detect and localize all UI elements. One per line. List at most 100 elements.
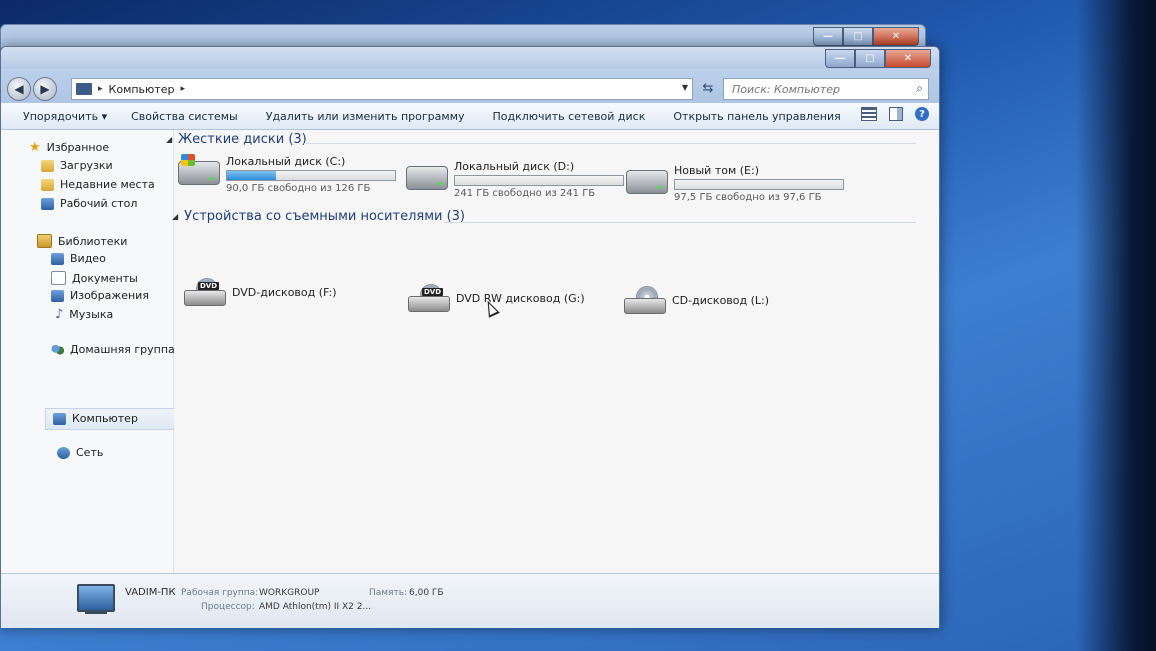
open-control-panel-button[interactable]: Открыть панель управления: [657, 110, 852, 123]
cpu-label: Процессор:: [201, 602, 255, 612]
window-controls: — □ ✕: [825, 49, 931, 68]
group-title: Жесткие диски (3): [178, 132, 307, 147]
address-row: ◀ ▶ ▸ Компьютер ▸ ▼ ⇆ ⌕: [1, 69, 939, 103]
collapse-arrow-icon[interactable]: ◢: [172, 212, 178, 221]
computer-window: — □ ✕ ◀ ▶ ▸ Компьютер ▸ ▼ ⇆ ⌕ Упорядочит…: [0, 46, 940, 628]
cd-drive-icon: [624, 286, 666, 314]
drive-usage-bar: [674, 179, 844, 190]
desktop-icon: [41, 197, 54, 210]
network-icon: [57, 446, 70, 459]
sidebar-label: Видео: [70, 252, 106, 265]
star-icon: ★: [29, 140, 41, 155]
sidebar-item-favorites[interactable]: ★ Избранное: [29, 140, 109, 155]
collapse-arrow-icon[interactable]: ◢: [166, 135, 172, 144]
drive-label: Локальный диск (C:): [226, 155, 346, 168]
back-maximize-button[interactable]: □: [843, 27, 873, 46]
breadcrumb-chevron-icon[interactable]: ▸: [180, 84, 185, 94]
sidebar-label: Рабочий стол: [60, 197, 138, 210]
monitor-stand: [85, 610, 107, 614]
toolbar-right-group: ?: [861, 107, 929, 121]
homegroup-icon: [51, 343, 64, 356]
sidebar-label: Избранное: [46, 141, 110, 154]
sidebar-item-documents[interactable]: Документы: [51, 271, 138, 285]
maximize-button[interactable]: □: [855, 49, 885, 68]
hard-drive-icon: [406, 166, 448, 190]
forward-nav-button[interactable]: ▶: [33, 77, 57, 101]
sidebar-item-video[interactable]: Видео: [51, 252, 106, 265]
drive-usage-fill: [227, 171, 276, 180]
recent-places-icon: [41, 178, 54, 191]
dvd-drive-icon: DVD: [184, 278, 226, 306]
pc-name: VADIM-ПК: [125, 587, 176, 598]
drive-label: Новый том (E:): [674, 164, 759, 177]
sidebar-label: Загрузки: [60, 159, 113, 172]
sidebar-label: Компьютер: [72, 412, 138, 425]
sidebar-label: Библиотеки: [58, 234, 128, 248]
uninstall-program-button[interactable]: Удалить или изменить программу: [250, 110, 477, 123]
close-button[interactable]: ✕: [885, 49, 931, 68]
drive-label: CD-дисковод (L:): [672, 294, 770, 307]
refresh-button[interactable]: ⇆: [699, 79, 717, 97]
sidebar-item-libraries[interactable]: Библиотеки: [37, 234, 127, 248]
cpu-value: AMD Athlon(tm) II X2 2...: [259, 602, 372, 612]
search-input[interactable]: [730, 81, 904, 97]
sidebar-label: Сеть: [76, 446, 104, 459]
breadcrumb-chevron-icon[interactable]: ▸: [98, 84, 103, 94]
drive-d[interactable]: Локальный диск (D:) 241 ГБ свободно из 2…: [406, 160, 626, 204]
music-note-icon: ♪: [55, 307, 64, 322]
sidebar-item-homegroup[interactable]: Домашняя группа: [51, 343, 175, 356]
documents-library-icon: [51, 271, 66, 285]
address-dropdown-icon[interactable]: ▼: [682, 83, 688, 92]
drive-usage-bar: [226, 170, 396, 181]
content-area: ◢ Жесткие диски (3) Локальный диск (C:) …: [166, 130, 939, 573]
desktop-background: [1076, 0, 1156, 651]
sidebar-item-network[interactable]: Сеть: [57, 446, 103, 459]
title-bar[interactable]: — □ ✕: [1, 47, 939, 69]
sidebar-item-desktop[interactable]: Рабочий стол: [41, 197, 137, 210]
drive-g[interactable]: DVD DVD RW дисковод (G:): [408, 278, 618, 322]
downloads-folder-icon: [41, 159, 54, 172]
map-network-drive-button[interactable]: Подключить сетевой диск: [477, 110, 658, 123]
hard-drive-icon: [626, 170, 668, 194]
address-bar[interactable]: ▸ Компьютер ▸ ▼: [71, 78, 693, 100]
workgroup-label: Рабочая группа:: [181, 588, 259, 598]
drive-usage-bar: [454, 175, 624, 186]
drive-c[interactable]: Локальный диск (C:) 90,0 ГБ свободно из …: [178, 154, 398, 199]
group-divider: [304, 143, 916, 144]
sidebar-label: Документы: [72, 271, 138, 285]
libraries-icon: [37, 234, 52, 248]
video-library-icon: [51, 252, 64, 265]
command-bar: Упорядочить ▾ Свойства системы Удалить и…: [1, 103, 939, 130]
refresh-icon: ⇆: [702, 80, 714, 96]
search-box[interactable]: ⌕: [723, 78, 929, 100]
forward-arrow-icon: ▶: [40, 82, 50, 96]
drive-e[interactable]: Новый том (E:) 97,5 ГБ свободно из 97,6 …: [626, 164, 846, 208]
workgroup-value: WORKGROUP: [259, 588, 320, 598]
system-properties-button[interactable]: Свойства системы: [119, 110, 250, 123]
group-header-removable[interactable]: ◢ Устройства со съемными носителями (3): [172, 209, 465, 224]
drive-f[interactable]: DVD DVD-дисковод (F:): [184, 272, 394, 316]
change-view-icon[interactable]: [861, 107, 877, 121]
sidebar-label: Музыка: [69, 308, 114, 321]
sidebar-item-downloads[interactable]: Загрузки: [41, 159, 113, 172]
computer-icon: [76, 83, 92, 95]
sidebar-item-computer[interactable]: Компьютер: [53, 412, 138, 425]
sidebar-item-recent-places[interactable]: Недавние места: [41, 178, 155, 191]
sidebar-label: Домашняя группа: [70, 343, 175, 356]
group-header-hard-disks[interactable]: ◢ Жесткие диски (3): [166, 132, 307, 147]
sidebar-item-pictures[interactable]: Изображения: [51, 289, 149, 302]
minimize-button[interactable]: —: [825, 49, 855, 68]
sidebar-item-music[interactable]: ♪ Музыка: [55, 307, 113, 322]
breadcrumb-computer[interactable]: Компьютер: [109, 83, 175, 96]
back-close-button[interactable]: ✕: [873, 27, 919, 46]
back-minimize-button[interactable]: —: [813, 27, 843, 46]
details-pane: VADIM-ПК Рабочая группа: WORKGROUP Памят…: [1, 573, 939, 628]
back-nav-button[interactable]: ◀: [7, 77, 31, 101]
preview-pane-icon[interactable]: [889, 107, 903, 121]
search-icon[interactable]: ⌕: [916, 81, 923, 96]
organize-button[interactable]: Упорядочить ▾: [1, 110, 119, 123]
drive-l[interactable]: CD-дисковод (L:): [624, 280, 834, 324]
help-icon[interactable]: ?: [915, 107, 929, 121]
drive-label: Локальный диск (D:): [454, 160, 575, 173]
computer-monitor-icon: [77, 584, 115, 612]
